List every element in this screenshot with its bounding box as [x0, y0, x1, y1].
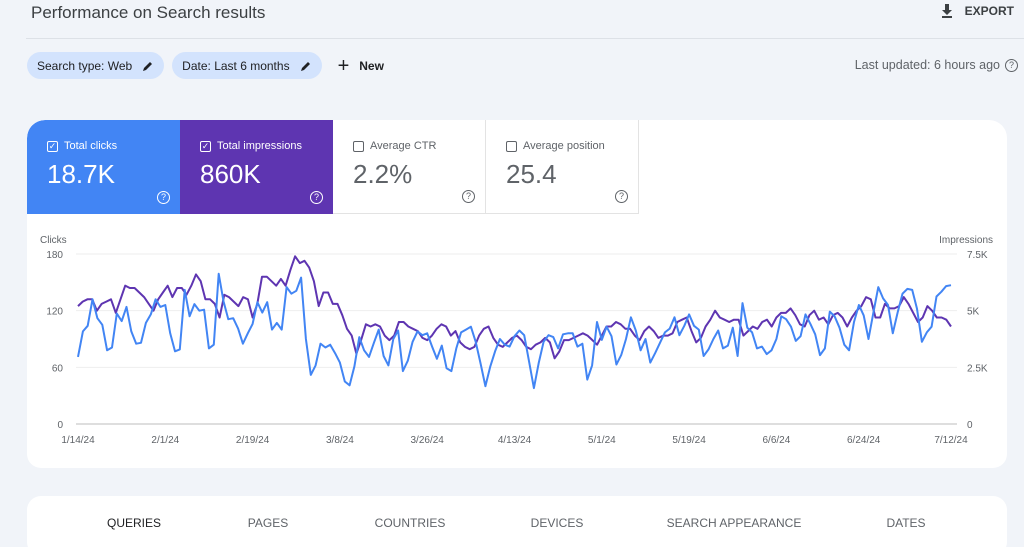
chip-label: Search type: Web	[37, 58, 133, 73]
filter-chip-date[interactable]: Date: Last 6 months	[172, 52, 322, 79]
tab-queries[interactable]: QUERIES	[107, 516, 161, 530]
x-tick-label: 3/26/24	[411, 435, 445, 446]
header-divider	[26, 38, 1024, 39]
x-tick-label: 7/12/24	[934, 435, 968, 446]
y-axis-label-right: Impressions	[939, 235, 993, 246]
metric-average-position[interactable]: Average position 25.4 ?	[486, 120, 639, 214]
x-tick-label: 4/13/24	[498, 435, 532, 446]
pencil-icon	[143, 61, 153, 71]
x-tick-label: 6/6/24	[762, 435, 790, 446]
tab-pages[interactable]: PAGES	[248, 516, 288, 530]
checkbox-unchecked-icon[interactable]	[353, 140, 364, 152]
last-updated-text: Last updated: 6 hours ago	[854, 58, 1000, 72]
checkbox-unchecked-icon[interactable]	[506, 140, 517, 152]
x-tick-label: 6/24/24	[847, 435, 881, 446]
x-tick-label: 5/19/24	[672, 435, 706, 446]
help-icon[interactable]: ?	[462, 190, 475, 203]
metric-label: Total impressions	[217, 140, 302, 152]
pencil-icon	[300, 61, 310, 71]
metric-total-impressions[interactable]: ✓ Total impressions 860K ?	[180, 120, 333, 214]
tab-dates[interactable]: DATES	[886, 516, 925, 530]
y-tick-right: 7.5K	[967, 250, 988, 261]
checkbox-checked-icon[interactable]: ✓	[200, 140, 211, 152]
metric-value: 2.2%	[353, 159, 413, 189]
export-label: EXPORT	[964, 4, 1014, 18]
metric-value: 25.4	[506, 159, 557, 189]
help-icon[interactable]: ?	[615, 190, 628, 203]
download-icon	[941, 4, 952, 18]
metric-cards: ✓ Total clicks 18.7K ? ✓ Total impressions…	[27, 120, 639, 214]
metric-value: 860K	[200, 159, 261, 189]
y-tick-left: 0	[57, 420, 63, 431]
filter-bar: Search type: Web Date: Last 6 months + N…	[27, 52, 384, 79]
checkbox-checked-icon[interactable]: ✓	[47, 140, 58, 152]
filter-chip-search-type[interactable]: Search type: Web	[27, 52, 165, 79]
metric-label: Average position	[523, 140, 605, 152]
y-axis-label-left: Clicks	[40, 235, 67, 246]
y-tick-right: 5K	[967, 307, 980, 318]
tab-search-appearance[interactable]: SEARCH APPEARANCE	[667, 516, 802, 530]
x-tick-label: 2/1/24	[151, 435, 179, 446]
help-icon[interactable]: ?	[310, 191, 323, 204]
dimension-tabs: QUERIES PAGES COUNTRIES DEVICES SEARCH A…	[27, 496, 1007, 547]
tab-devices[interactable]: DEVICES	[531, 516, 584, 530]
metric-label: Average CTR	[370, 140, 437, 152]
x-tick-label: 3/8/24	[326, 435, 354, 446]
metric-value: 18.7K	[47, 159, 115, 189]
export-button[interactable]: EXPORT	[939, 3, 1014, 19]
tab-countries[interactable]: COUNTRIES	[375, 516, 446, 530]
performance-card: 0 0 60 2.5K 120 5K 180 7.5K Clicks Impressions 1/1…	[27, 120, 1007, 468]
metric-label: Total clicks	[64, 140, 118, 152]
metric-total-clicks[interactable]: ✓ Total clicks 18.7K ?	[27, 120, 180, 214]
new-filter-button[interactable]: + New	[338, 56, 384, 76]
last-updated: Last updated: 6 hours ago ?	[855, 58, 1018, 72]
x-tick-label: 1/14/24	[61, 435, 95, 446]
new-filter-label: New	[359, 58, 384, 73]
metric-average-ctr[interactable]: Average CTR 2.2% ?	[333, 120, 486, 214]
x-tick-label: 2/19/24	[236, 435, 270, 446]
x-tick-label: 5/1/24	[588, 435, 616, 446]
plus-icon: +	[337, 54, 350, 77]
y-tick-left: 60	[52, 363, 64, 374]
help-icon[interactable]: ?	[1005, 58, 1018, 72]
y-tick-left: 120	[46, 307, 63, 318]
chip-label: Date: Last 6 months	[182, 58, 290, 73]
series-line-clicks	[77, 272, 952, 390]
y-tick-left: 180	[46, 250, 63, 261]
page-title: Performance on Search results	[31, 3, 266, 22]
help-icon[interactable]: ?	[157, 191, 170, 204]
y-tick-right: 0	[967, 420, 973, 431]
y-tick-right: 2.5K	[967, 363, 988, 374]
